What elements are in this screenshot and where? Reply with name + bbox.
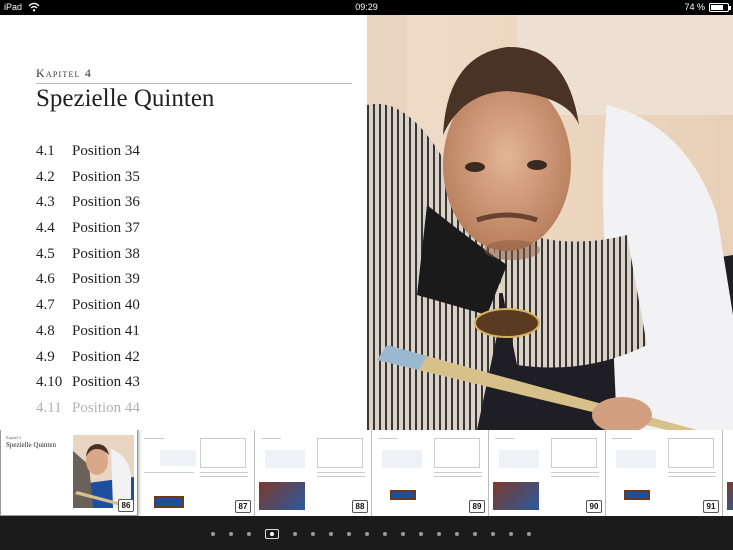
page-dot[interactable] bbox=[229, 532, 233, 536]
page-number-badge: 86 bbox=[118, 499, 134, 512]
book-page[interactable]: Kapitel 4 Spezielle Quinten 4.1 Position … bbox=[0, 15, 733, 430]
page-thumbnail[interactable]: 90 bbox=[489, 430, 606, 516]
toc-item[interactable]: 4.4 Position 37 bbox=[36, 220, 140, 246]
chapter-photo bbox=[367, 15, 733, 430]
toc-item[interactable]: 4.10 Position 43 bbox=[36, 374, 140, 400]
page-number-badge: 87 bbox=[235, 500, 251, 513]
toc-item[interactable]: 4.8 Position 41 bbox=[36, 323, 140, 349]
page-dot[interactable] bbox=[419, 532, 423, 536]
page-thumbnail[interactable]: 88 bbox=[255, 430, 372, 516]
page-dot-current[interactable] bbox=[265, 529, 279, 539]
page-dot[interactable] bbox=[365, 532, 369, 536]
page-dot[interactable] bbox=[473, 532, 477, 536]
toc-item[interactable]: 4.9 Position 42 bbox=[36, 349, 140, 375]
page-dots[interactable] bbox=[211, 529, 545, 539]
page-dot[interactable] bbox=[527, 532, 531, 536]
page-thumbnail[interactable] bbox=[723, 430, 733, 516]
chapter-page: Kapitel 4 Spezielle Quinten 4.1 Position … bbox=[0, 15, 367, 430]
page-dot[interactable] bbox=[509, 532, 513, 536]
page-thumbnail-strip[interactable]: 87 88 89 90 91 Kapitel 4 Spezielle Quint… bbox=[0, 430, 733, 516]
billiard-player-image bbox=[367, 15, 733, 430]
toc-item[interactable]: 4.7 Position 40 bbox=[36, 297, 140, 323]
page-dot[interactable] bbox=[491, 532, 495, 536]
chapter-toc: 4.1 Position 34 4.2 Position 35 4.3 Positio… bbox=[36, 143, 140, 426]
page-thumbnail[interactable]: 91 bbox=[606, 430, 723, 516]
page-thumbnail[interactable]: 87 bbox=[138, 430, 255, 516]
thumbnail-chapter-title: Spezielle Quinten bbox=[6, 441, 56, 449]
page-dot[interactable] bbox=[311, 532, 315, 536]
thumbnail-chapter-kicker: Kapitel 4 bbox=[6, 435, 21, 440]
current-page-thumbnail[interactable]: Kapitel 4 Spezielle Quinten 86 bbox=[0, 430, 138, 516]
page-number-badge: 89 bbox=[469, 500, 485, 513]
page-number-badge: 91 bbox=[703, 500, 719, 513]
page-dot[interactable] bbox=[293, 532, 297, 536]
chapter-title: Spezielle Quinten bbox=[36, 85, 215, 112]
page-dot[interactable] bbox=[211, 532, 215, 536]
page-number-badge: 90 bbox=[586, 500, 602, 513]
toc-item[interactable]: 4.2 Position 35 bbox=[36, 169, 140, 195]
page-dot[interactable] bbox=[455, 532, 459, 536]
status-time: 09:29 bbox=[355, 2, 378, 12]
page-number-badge: 88 bbox=[352, 500, 368, 513]
page-dot[interactable] bbox=[401, 532, 405, 536]
toc-item[interactable]: 4.5 Position 38 bbox=[36, 246, 140, 272]
page-thumbnail[interactable]: 89 bbox=[372, 430, 489, 516]
battery-icon bbox=[709, 2, 731, 12]
toc-item[interactable]: 4.11 Position 44 bbox=[36, 400, 140, 426]
toc-item[interactable]: 4.6 Position 39 bbox=[36, 271, 140, 297]
page-dot[interactable] bbox=[329, 532, 333, 536]
toc-item[interactable]: 4.1 Position 34 bbox=[36, 143, 140, 169]
page-dot[interactable] bbox=[347, 532, 351, 536]
page-dot[interactable] bbox=[383, 532, 387, 536]
battery-percent: 74 % bbox=[684, 2, 705, 12]
chapter-kicker: Kapitel 4 bbox=[36, 66, 93, 80]
page-indicator-bar bbox=[0, 516, 733, 550]
chapter-rule bbox=[36, 83, 352, 84]
status-bar: iPad 09:29 74 % bbox=[0, 0, 733, 15]
page-dot[interactable] bbox=[437, 532, 441, 536]
thumbnail-photo bbox=[73, 435, 134, 508]
toc-item[interactable]: 4.3 Position 36 bbox=[36, 194, 140, 220]
page-dot[interactable] bbox=[247, 532, 251, 536]
